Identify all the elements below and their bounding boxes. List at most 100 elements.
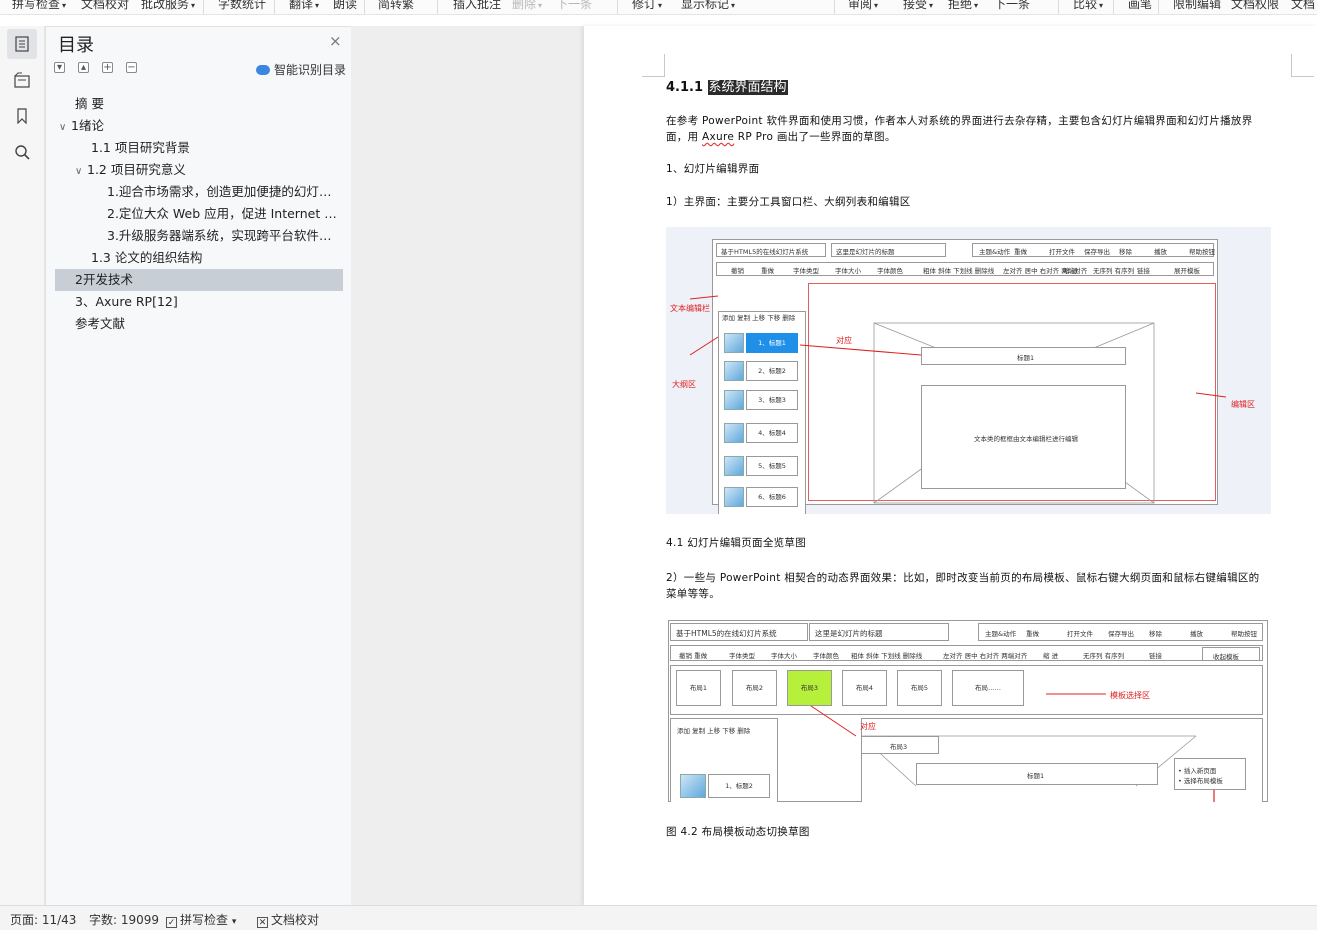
ribbon-item[interactable]: 画笔	[1128, 0, 1152, 12]
ribbon-item[interactable]: 修订 ▾	[632, 0, 662, 12]
annotation-toolbar: 文本编辑栏	[670, 304, 710, 313]
ribbon-separator	[1058, 0, 1059, 14]
ribbon-item-label: 画笔	[1128, 0, 1153, 11]
wire-slide-item: 3、标题3	[746, 390, 798, 410]
paragraph-2a: 2）一些与 PowerPoint 相契合的动态界面效果：比如，即时改变当前页的布…	[666, 572, 1260, 584]
wire2-layout-option: 布局5	[897, 670, 942, 706]
line-edit-interface: 1、幻灯片编辑界面	[666, 163, 760, 175]
slide-thumbnail-icon	[724, 390, 744, 410]
spell-flag-axure[interactable]: Axure	[702, 131, 734, 143]
ribbon-item[interactable]: 文档校对	[81, 0, 129, 12]
wire-slide-item: 5、标题5	[746, 456, 798, 476]
ribbon-separator	[364, 0, 365, 14]
slide-thumbnail-icon	[724, 456, 744, 476]
ribbon-item[interactable]: 接受 ▾	[903, 0, 933, 12]
chevron-down-icon: ▾	[231, 917, 237, 927]
toc-item[interactable]: ∨ 1绪论	[55, 115, 343, 137]
toc-panel: 目录 × ▾ ▴ + − 智能识别目录 摘 要 ∨ 1绪论 1.1 项目研究背景 ∨ 1.…	[45, 26, 352, 906]
proofread-status[interactable]: ✕ 文档校对	[257, 911, 319, 928]
ribbon-item-label: 下一条	[556, 0, 593, 11]
toc-item-label: 摘 要	[75, 96, 104, 111]
toc-item[interactable]: 1.迎合市场需求，创造更加便捷的幻灯片…	[55, 181, 343, 203]
paragraph-1b: 面，用 Axure RP Pro 画出了一些界面的草图。	[666, 129, 896, 144]
toc-title: 目录	[58, 35, 94, 56]
ribbon-item[interactable]: 文档权限	[1231, 0, 1279, 12]
ribbon-item-label: 比较	[1073, 0, 1098, 11]
ribbon-item[interactable]: 限制编辑	[1173, 0, 1221, 12]
wire2-canvas-title-text: 标题1	[1027, 772, 1045, 780]
document-page[interactable]: 4.1.1 系统界面结构 在参考 PowerPoint 软件界面和使用习惯，作者…	[584, 26, 1317, 905]
ai-cloud-icon	[256, 64, 270, 75]
toc-item[interactable]: 1.1 项目研究背景	[55, 137, 343, 159]
ribbon-item[interactable]: 比较 ▾	[1073, 0, 1103, 12]
wire2-layout-option: 布局2	[732, 670, 777, 706]
wire2-menu-1: • 插入新页面	[1178, 767, 1217, 775]
ribbon-item[interactable]: 删除 ▾	[512, 0, 542, 12]
wire-slide-item: 6、标题6	[746, 487, 798, 507]
smart-toc-button[interactable]: 智能识别目录	[256, 61, 346, 78]
ribbon-item[interactable]: 批改服务 ▾	[141, 0, 195, 12]
chevron-down-icon: ▾	[538, 1, 543, 10]
chevron-down-icon: ▾	[62, 1, 67, 10]
ribbon-item-label: 下一条	[994, 0, 1031, 11]
annotation-match-2: 对应	[860, 722, 876, 731]
chevron-down-icon[interactable]: ∨	[59, 117, 71, 137]
chevron-down-icon: ▾	[929, 1, 934, 10]
paragraph-1a: 在参考 PowerPoint 软件界面和使用习惯，作者本人对系统的界面进行去杂存…	[666, 115, 1253, 127]
toc-item[interactable]: 2开发技术	[55, 269, 343, 291]
chapter-nav-icon[interactable]	[7, 65, 37, 95]
chevron-down-icon[interactable]: ∨	[75, 161, 87, 181]
slide-thumbnail-icon	[724, 361, 744, 381]
chevron-down-icon: ▾	[974, 1, 979, 10]
slide-thumbnail-icon	[724, 423, 744, 443]
figure-layout-wireframe[interactable]: 基于HTML5的在线幻灯片系统 这里是幻灯片的标题 主题&动作 重做 打开文件 保存导…	[666, 618, 1271, 802]
ribbon-item[interactable]: 简转繁	[378, 0, 414, 12]
toc-item[interactable]: 1.3 论文的组织结构	[55, 247, 343, 269]
toc-panel-icon[interactable]	[7, 29, 37, 59]
toc-item[interactable]: 摘 要	[55, 93, 343, 115]
ribbon-item[interactable]: 显示标记 ▾	[681, 0, 735, 12]
ribbon-item-label: 拒绝	[948, 0, 973, 11]
wire2-layout-tag: 布局3	[861, 736, 939, 754]
ribbon-item-label: 翻译	[289, 0, 314, 11]
toc-item[interactable]: 参考文献	[55, 313, 343, 335]
wire-canvas-title: 标题1	[921, 347, 1126, 365]
ribbon-item[interactable]: 文档	[1291, 0, 1315, 12]
remove-heading-icon[interactable]: −	[126, 62, 137, 73]
ribbon-item-label: 审阅	[848, 0, 873, 11]
bookmark-icon[interactable]	[7, 101, 37, 131]
ribbon-item[interactable]: 下一条	[556, 0, 592, 12]
ribbon-item[interactable]: 插入批注	[453, 0, 501, 12]
toc-item-label: 1.迎合市场需求，创造更加便捷的幻灯片…	[107, 184, 343, 199]
word-count[interactable]: 字数: 19099	[89, 911, 159, 928]
toc-item[interactable]: 3、Axure RP[12]	[55, 291, 343, 313]
toc-item[interactable]: ∨ 1.2 项目研究意义	[55, 159, 343, 181]
ribbon-item[interactable]: 审阅 ▾	[848, 0, 878, 12]
ribbon-item[interactable]: 翻译 ▾	[289, 0, 319, 12]
toc-item-label: 1.2 项目研究意义	[87, 162, 186, 177]
toc-item-label: 参考文献	[75, 316, 126, 331]
ribbon-item[interactable]: 字数统计	[218, 0, 266, 12]
expand-up-icon[interactable]: ▴	[78, 62, 89, 73]
toc-item[interactable]: 2.定位大众 Web 应用，促进 Internet …	[55, 203, 343, 225]
crop-mark-left	[642, 54, 665, 77]
annotation-match: 对应	[836, 336, 852, 345]
figure-editor-wireframe[interactable]: 基于HTML5的在线幻灯片系统 这里是幻灯片的标题 主题&动作 重做 打开文件 保存导…	[666, 227, 1271, 514]
spell-check-label: 拼写检查	[180, 913, 229, 927]
ribbon-item-label: 简转繁	[378, 0, 415, 11]
ribbon-item[interactable]: 下一条	[994, 0, 1030, 12]
spell-check-status[interactable]: ✓ 拼写检查 ▾	[166, 911, 236, 928]
wire2-layout-option: 布局3	[787, 670, 832, 706]
add-heading-icon[interactable]: +	[102, 62, 113, 73]
search-icon[interactable]	[7, 137, 37, 167]
ribbon-item[interactable]: 拒绝 ▾	[948, 0, 978, 12]
wire-slide-item: 2、标题2	[746, 361, 798, 381]
toc-item[interactable]: 3.升级服务器端系统，实现跨平台软件版…	[55, 225, 343, 247]
page-count[interactable]: 页面: 11/43	[10, 911, 76, 928]
ribbon-item-label: 文档权限	[1231, 0, 1280, 11]
ribbon-item[interactable]: 朗读	[333, 0, 357, 12]
wire-canvas-body-text: 文本类的框框由文本编辑栏进行编辑	[974, 435, 1078, 443]
ribbon-item[interactable]: 拼写检查 ▾	[12, 0, 66, 12]
close-icon[interactable]: ×	[329, 32, 342, 50]
collapse-all-icon[interactable]: ▾	[54, 62, 65, 73]
